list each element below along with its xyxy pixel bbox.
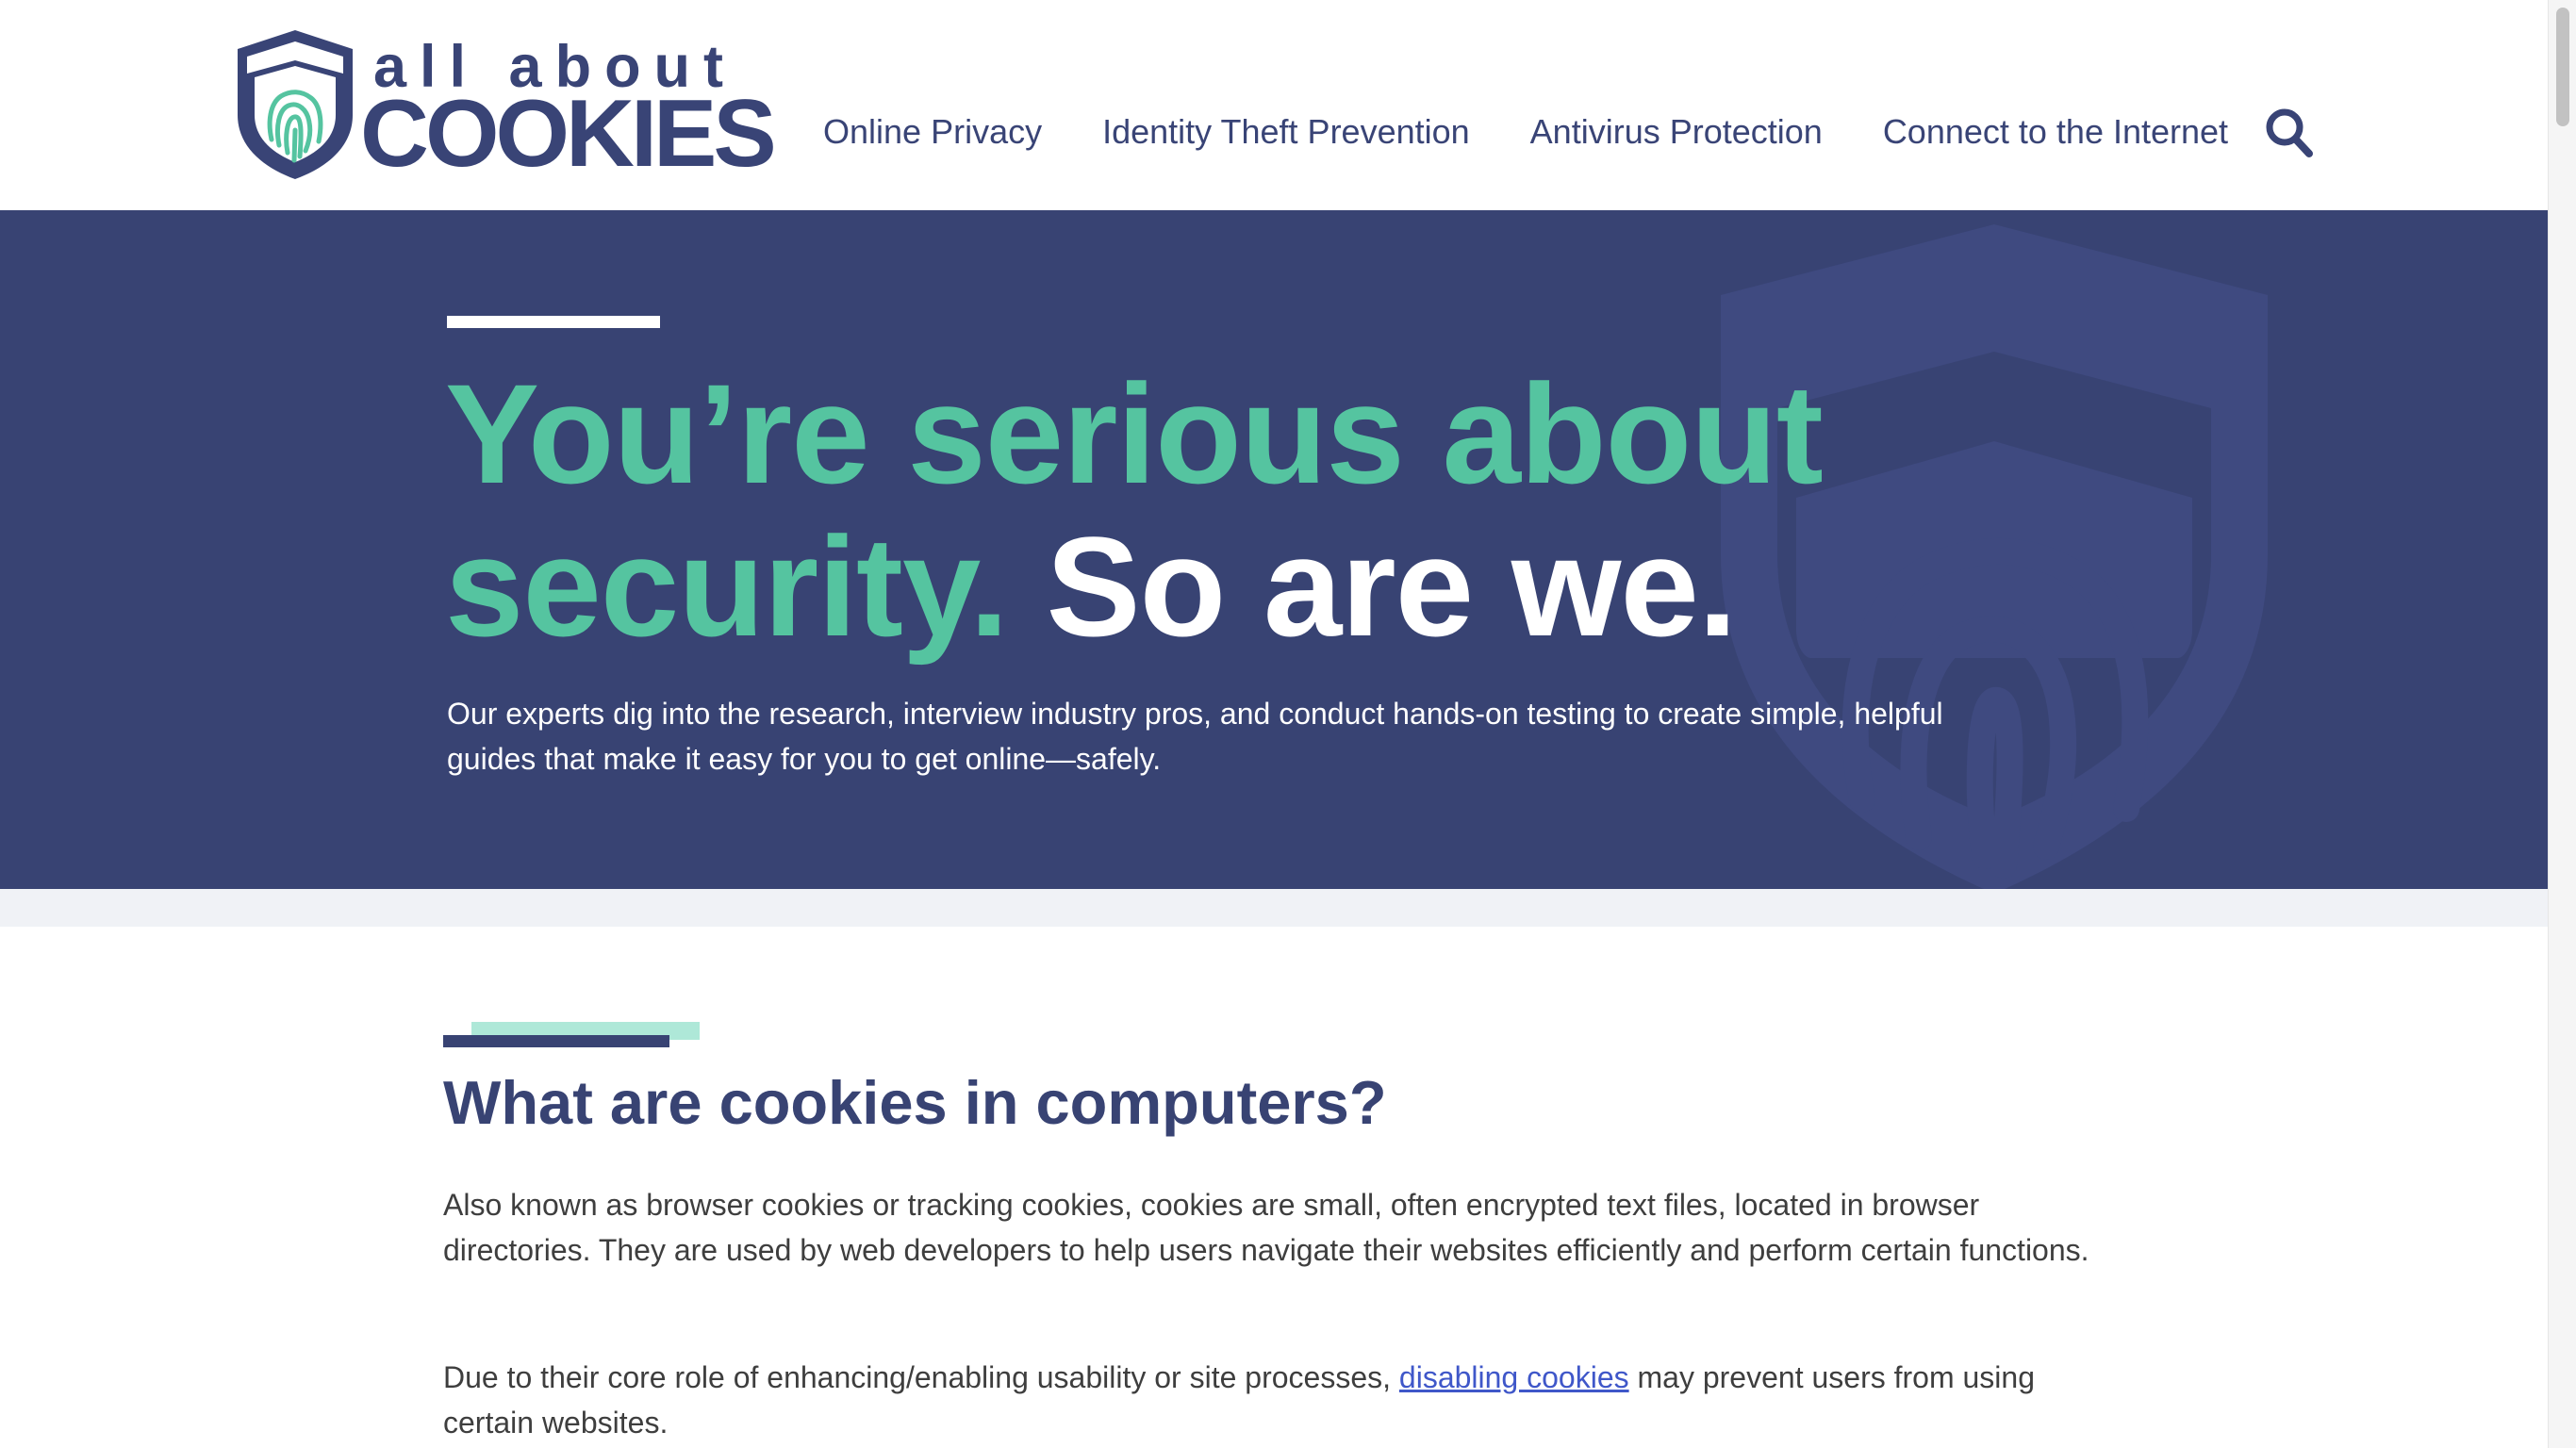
main-nav: Online Privacy Identity Theft Prevention…: [823, 108, 2228, 156]
site-header: all about COOKIES Online Privacy Identit…: [0, 0, 2548, 210]
hero-banner: You’re serious about security. So are we…: [0, 210, 2548, 889]
article-paragraph-2: Due to their core role of enhancing/enab…: [443, 1355, 2131, 1445]
article-heading: What are cookies in computers?: [443, 1068, 1387, 1137]
nav-item-identity-theft-prevention[interactable]: Identity Theft Prevention: [1102, 112, 1470, 152]
nav-item-antivirus-protection[interactable]: Antivirus Protection: [1530, 112, 1823, 152]
hero-description: Our experts dig into the research, inter…: [447, 697, 1943, 776]
shield-fingerprint-icon: [238, 30, 353, 179]
heading-decoration-dark: [443, 1035, 669, 1047]
article-paragraph-1: Also known as browser cookies or trackin…: [443, 1188, 2089, 1267]
search-button[interactable]: [2265, 107, 2314, 159]
scrollbar-thumb[interactable]: [2556, 8, 2569, 126]
hero-accent-bar: [447, 316, 660, 328]
nav-item-online-privacy[interactable]: Online Privacy: [823, 112, 1042, 152]
hero-title: You’re serious about security. So are we…: [445, 357, 2048, 663]
section-divider-strip: [0, 889, 2548, 927]
site-logo[interactable]: all about COOKIES: [234, 28, 777, 184]
paragraph-2-text-before: Due to their core role of enhancing/enab…: [443, 1360, 1399, 1394]
page: all about COOKIES Online Privacy Identit…: [0, 0, 2548, 1448]
page-scrollbar[interactable]: [2548, 0, 2576, 1448]
disabling-cookies-link[interactable]: disabling cookies: [1399, 1360, 1629, 1394]
search-icon: [2266, 108, 2313, 157]
hero-title-accent-line2: security.: [445, 507, 1009, 666]
nav-item-connect-to-the-internet[interactable]: Connect to the Internet: [1883, 112, 2228, 152]
hero-title-accent-line1: You’re serious about: [445, 354, 1824, 513]
hero-title-white: So are we.: [1046, 507, 1738, 666]
logo-text-cookies: COOKIES: [360, 81, 777, 187]
